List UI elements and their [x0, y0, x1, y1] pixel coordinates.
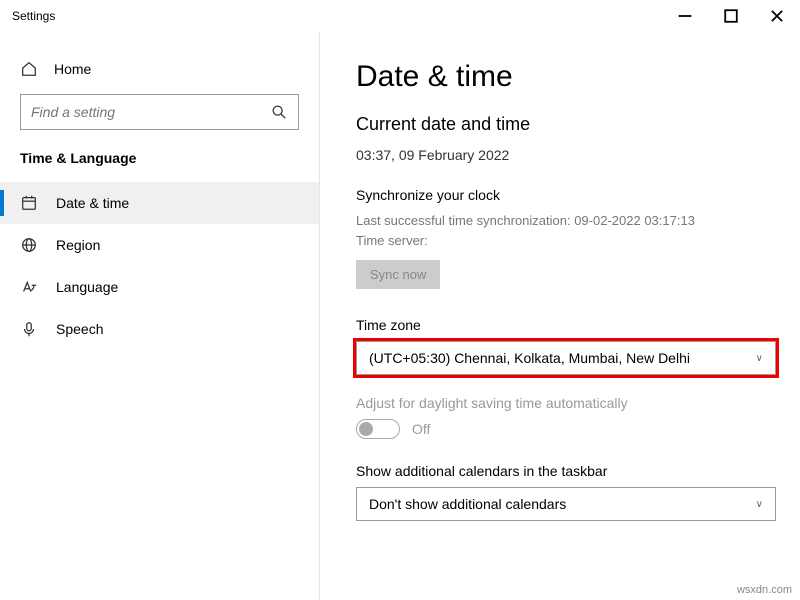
sidebar-item-label: Language [56, 279, 118, 295]
calendars-dropdown[interactable]: Don't show additional calendars ∨ [356, 487, 776, 521]
watermark: wsxdn.com [737, 584, 792, 596]
chevron-down-icon: ∨ [756, 499, 763, 510]
dst-toggle-row: Off [356, 419, 764, 439]
titlebar: Settings [0, 0, 800, 32]
globe-icon [20, 236, 38, 254]
sync-now-button[interactable]: Sync now [356, 260, 440, 289]
sidebar-item-date-time[interactable]: Date & time [0, 182, 319, 224]
calendars-label: Show additional calendars in the taskbar [356, 463, 764, 479]
sidebar-item-language[interactable]: Language [0, 266, 319, 308]
home-icon [20, 60, 38, 78]
language-icon [20, 278, 38, 296]
dst-state: Off [412, 421, 430, 437]
sync-server: Time server: [356, 231, 764, 251]
sidebar-item-label: Region [56, 237, 100, 253]
sidebar-item-region[interactable]: Region [0, 224, 319, 266]
dst-toggle[interactable] [356, 419, 400, 439]
sidebar-item-speech[interactable]: Speech [0, 308, 319, 350]
calendars-value: Don't show additional calendars [369, 496, 566, 512]
calendar-clock-icon [20, 194, 38, 212]
page-title: Date & time [356, 60, 764, 94]
main-content: Date & time Current date and time 03:37,… [320, 32, 800, 600]
chevron-down-icon: ∨ [756, 353, 763, 364]
search-icon [270, 103, 288, 121]
microphone-icon [20, 320, 38, 338]
sidebar-item-label: Date & time [56, 195, 129, 211]
timezone-label: Time zone [356, 317, 764, 333]
dst-label: Adjust for daylight saving time automati… [356, 395, 764, 411]
sync-section-label: Synchronize your clock [356, 187, 764, 203]
window-title: Settings [12, 9, 55, 23]
home-nav[interactable]: Home [0, 52, 319, 94]
search-input[interactable] [20, 94, 299, 130]
search-field[interactable] [31, 104, 270, 120]
current-datetime-label: Current date and time [356, 114, 764, 135]
timezone-value: (UTC+05:30) Chennai, Kolkata, Mumbai, Ne… [369, 350, 690, 366]
home-label: Home [54, 61, 91, 77]
close-button[interactable] [754, 0, 800, 32]
section-header: Time & Language [0, 150, 319, 182]
sidebar: Home Time & Language Date & time Region … [0, 32, 320, 600]
maximize-button[interactable] [708, 0, 754, 32]
sync-last-success: Last successful time synchronization: 09… [356, 211, 764, 231]
minimize-button[interactable] [662, 0, 708, 32]
sync-info: Last successful time synchronization: 09… [356, 211, 764, 250]
sidebar-item-label: Speech [56, 321, 103, 337]
timezone-dropdown[interactable]: (UTC+05:30) Chennai, Kolkata, Mumbai, Ne… [356, 341, 776, 375]
current-datetime-value: 03:37, 09 February 2022 [356, 147, 764, 163]
